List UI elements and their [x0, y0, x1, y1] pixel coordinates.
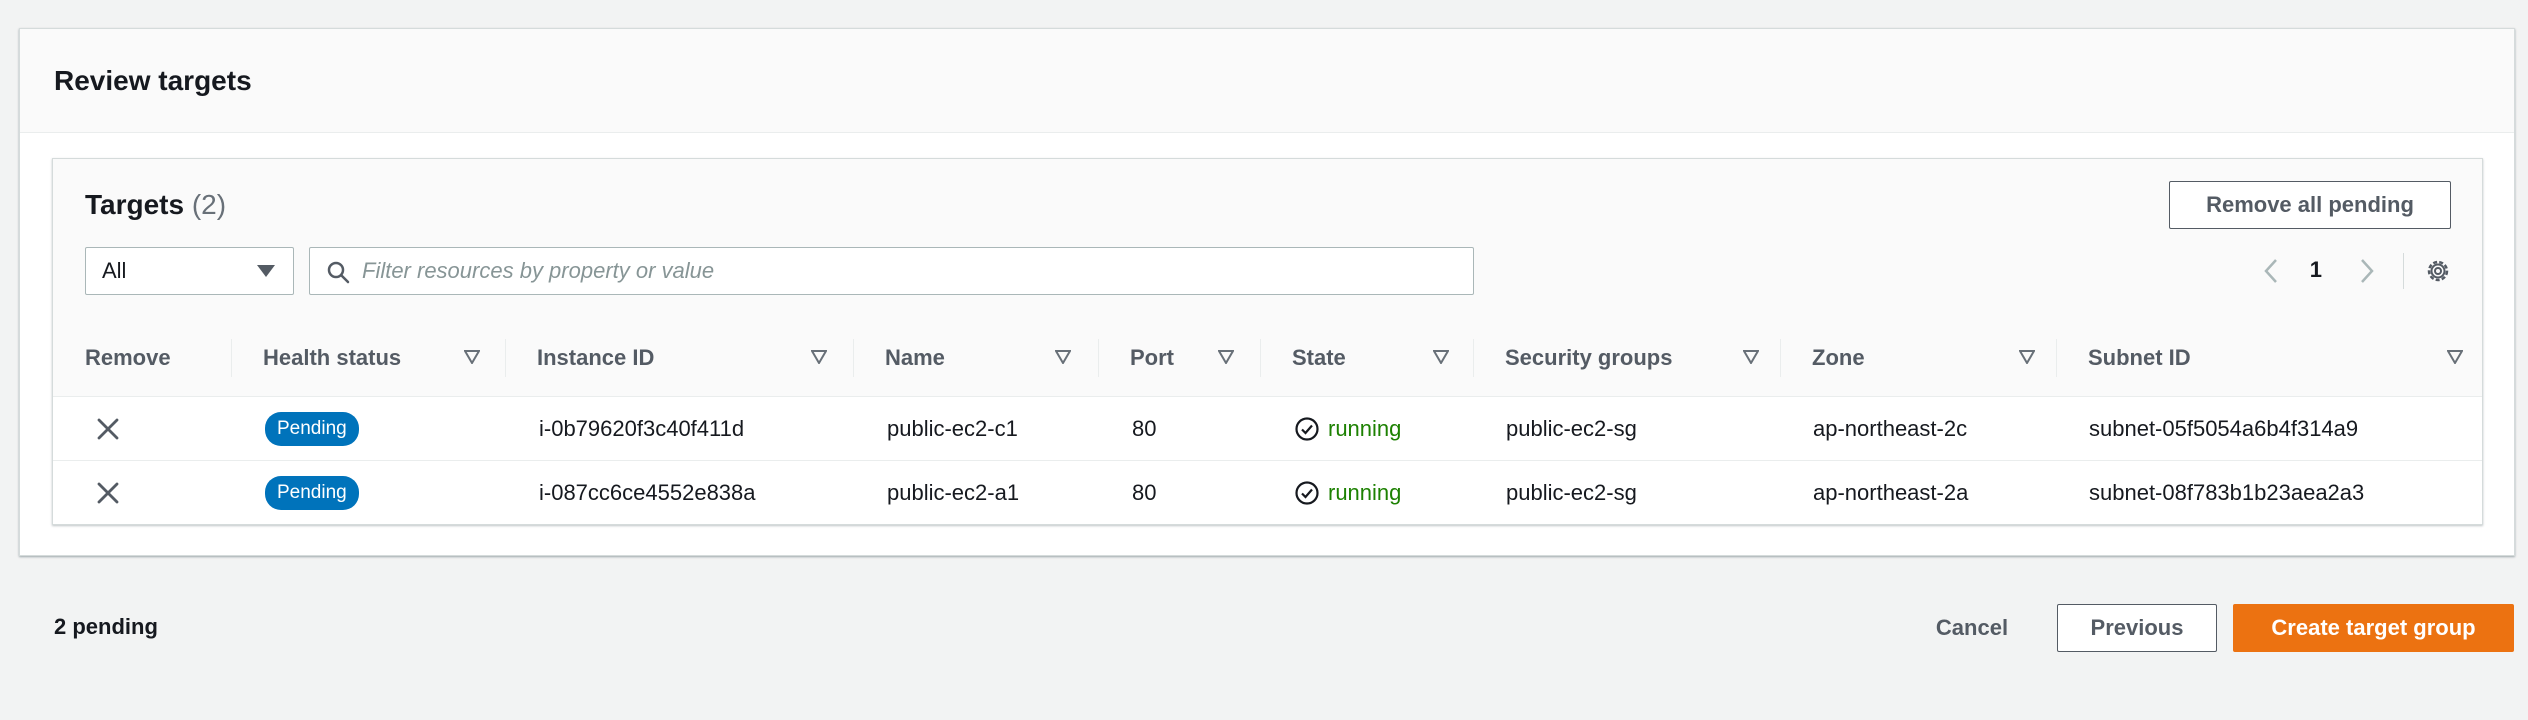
sort-caret-icon[interactable] [2447, 350, 2463, 364]
current-page-number[interactable]: 1 [2310, 257, 2322, 283]
review-header: Review targets [20, 29, 2514, 133]
remove-target-button[interactable] [94, 397, 122, 461]
subnet-id-cell: subnet-08f783b1b23aea2a3 [2089, 480, 2365, 505]
sort-caret-icon[interactable] [2019, 350, 2035, 364]
search-input[interactable] [362, 248, 1462, 294]
security-groups-cell: public-ec2-sg [1506, 416, 1637, 441]
subnet-id-cell: subnet-05f5054a6b4f314a9 [2089, 416, 2359, 441]
targets-title: Targets (2) [85, 189, 226, 221]
pagination: 1 [2222, 247, 2482, 295]
check-circle-icon [1295, 481, 1319, 505]
close-icon [97, 482, 119, 504]
state-text: running [1328, 416, 1402, 441]
table-row: Pending i-0b79620f3c40f411d public-ec2-c… [53, 397, 2482, 461]
port-cell: 80 [1132, 416, 1157, 441]
review-targets-container: Review targets Targets (2) Remove all pe… [19, 28, 2515, 556]
cancel-button[interactable]: Cancel [1920, 604, 2024, 652]
security-groups-cell: public-ec2-sg [1506, 480, 1637, 505]
column-header-state[interactable]: State [1292, 319, 1346, 397]
previous-button[interactable]: Previous [2057, 604, 2217, 652]
health-status-cell: Pending [265, 397, 359, 461]
sort-caret-icon[interactable] [1743, 350, 1759, 364]
column-header-port[interactable]: Port [1130, 319, 1174, 397]
chevron-right-icon[interactable] [2352, 256, 2382, 286]
column-separator [505, 339, 506, 377]
sort-caret-icon[interactable] [1433, 350, 1449, 364]
sort-caret-icon[interactable] [811, 350, 827, 364]
column-separator [1260, 339, 1261, 377]
column-header-zone[interactable]: Zone [1812, 319, 1865, 397]
column-separator [1098, 339, 1099, 377]
zone-cell: ap-northeast-2c [1813, 416, 1968, 441]
check-circle-icon [1295, 417, 1319, 441]
sort-caret-icon[interactable] [464, 350, 480, 364]
port-cell: 80 [1132, 480, 1157, 505]
health-status-cell: Pending [265, 461, 359, 525]
column-separator [1473, 339, 1474, 377]
filter-select-value: All [102, 258, 127, 283]
state-cell: running [1294, 397, 1401, 461]
column-separator [1780, 339, 1781, 377]
create-target-group-button[interactable]: Create target group [2233, 604, 2514, 652]
table-row: Pending i-087cc6ce4552e838a public-ec2-a… [53, 461, 2482, 525]
state-cell: running [1294, 461, 1401, 525]
instance-id-cell: i-0b79620f3c40f411d [539, 416, 745, 441]
table-header: Remove Health status Instance ID Name Po… [53, 319, 2482, 397]
search-icon [327, 261, 350, 284]
column-header-security-groups[interactable]: Security groups [1505, 319, 1672, 397]
column-header-name[interactable]: Name [885, 319, 945, 397]
chevron-left-icon[interactable] [2256, 256, 2286, 286]
column-separator [853, 339, 854, 377]
instance-id-cell: i-087cc6ce4552e838a [539, 480, 756, 505]
sort-caret-icon[interactable] [1055, 350, 1071, 364]
column-header-health-status[interactable]: Health status [263, 319, 401, 397]
column-header-instance-id[interactable]: Instance ID [537, 319, 654, 397]
status-badge: Pending [265, 476, 359, 510]
state-text: running [1328, 480, 1402, 505]
pager-divider [2403, 253, 2404, 289]
gear-icon[interactable] [2424, 257, 2452, 285]
name-cell: public-ec2-c1 [887, 416, 1018, 441]
column-separator [2056, 339, 2057, 377]
close-icon [97, 418, 119, 440]
sort-caret-icon[interactable] [1218, 350, 1234, 364]
column-header-subnet-id[interactable]: Subnet ID [2088, 319, 2191, 397]
caret-down-icon [257, 265, 275, 277]
targets-table-panel: Targets (2) Remove all pending All 1 [52, 158, 2483, 525]
zone-cell: ap-northeast-2a [1813, 480, 1969, 505]
targets-toolbar: Targets (2) Remove all pending All 1 [53, 159, 2482, 319]
column-separator [231, 339, 232, 377]
status-badge: Pending [265, 412, 359, 446]
remove-all-pending-button[interactable]: Remove all pending [2169, 181, 2451, 229]
pending-count-text: 2 pending [54, 614, 158, 639]
review-title: Review targets [54, 64, 252, 96]
targets-table: Remove Health status Instance ID Name Po… [53, 319, 2482, 525]
targets-count: (2) [191, 189, 227, 220]
column-header-remove: Remove [85, 345, 171, 370]
remove-target-button[interactable] [94, 461, 122, 525]
targets-title-text: Targets [85, 189, 185, 220]
search-box[interactable] [309, 247, 1474, 295]
filter-select[interactable]: All [85, 247, 294, 295]
name-cell: public-ec2-a1 [887, 480, 1020, 505]
